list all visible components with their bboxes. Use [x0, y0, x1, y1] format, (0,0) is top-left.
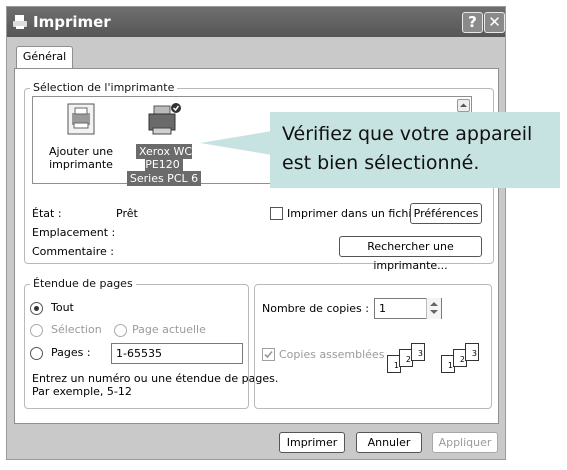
print-to-file-checkbox[interactable]: [270, 207, 283, 220]
collated-page-icon: 3: [411, 343, 425, 361]
title-bar[interactable]: Imprimer ? ✕: [7, 7, 505, 37]
pages-radio[interactable]: [30, 347, 43, 360]
tout-radio[interactable]: [30, 302, 43, 315]
page-range-hint-line2: Par exemple, 5-12: [32, 385, 132, 398]
radio-selected-dot: [34, 306, 39, 311]
pages-input[interactable]: 1-65535: [111, 343, 243, 364]
help-button[interactable]: ?: [462, 12, 483, 33]
find-printer-button[interactable]: Rechercher une imprimante...: [339, 236, 482, 272]
emplacement-label: Emplacement :: [32, 226, 116, 239]
add-printer-icon[interactable]: [66, 103, 96, 135]
copies-spinner[interactable]: [426, 298, 441, 319]
xerox-printer-label-line1: Xerox WC PE120: [135, 144, 193, 172]
etat-value: Prêt: [116, 207, 138, 220]
collated-page-icon: 3: [465, 343, 479, 361]
collate-label: Copies assemblées: [279, 348, 385, 361]
scroll-up-button[interactable]: [457, 99, 470, 112]
page-actuelle-label: Page actuelle: [132, 323, 206, 336]
commentaire-label: Commentaire :: [32, 245, 114, 258]
xerox-printer-label-line2: Series PCL 6: [126, 171, 202, 186]
page-range-label: Étendue de pages: [30, 277, 136, 290]
callout-pointer: [200, 131, 272, 155]
copies-count-label: Nombre de copies :: [262, 302, 369, 315]
print-to-file-label: Imprimer dans un fichier: [287, 207, 423, 220]
add-printer-label-line2: imprimante: [49, 158, 113, 171]
tab-general[interactable]: Général: [16, 46, 73, 70]
spinner-arrows-icon: [430, 302, 438, 314]
selection-label: Sélection: [51, 323, 102, 336]
printer-icon[interactable]: [146, 102, 184, 138]
add-printer-item[interactable]: Ajouter une imprimante: [45, 145, 117, 171]
add-printer-label-line1: Ajouter une: [48, 145, 114, 158]
xerox-printer-item[interactable]: Xerox WC PE120 Series PCL 6: [118, 144, 210, 186]
printer-selection-label: Sélection de l'imprimante: [30, 81, 178, 94]
page-actuelle-radio[interactable]: [114, 324, 127, 337]
collate-checkbox[interactable]: [262, 348, 275, 361]
preferences-button[interactable]: Préférences: [410, 203, 482, 224]
printer-app-icon: [13, 15, 27, 29]
print-button[interactable]: Imprimer: [279, 432, 345, 453]
page-range-hint-line1: Entrez un numéro ou une étendue de pages…: [32, 372, 279, 385]
checkmark-icon: [264, 350, 273, 359]
apply-button[interactable]: Appliquer: [432, 432, 498, 453]
cancel-button[interactable]: Annuler: [356, 432, 422, 453]
selection-radio[interactable]: [30, 324, 43, 337]
pages-label: Pages :: [51, 346, 91, 359]
close-button[interactable]: ✕: [484, 12, 505, 33]
tout-label: Tout: [51, 301, 74, 314]
window-title: Imprimer: [33, 13, 111, 31]
etat-label: État :: [32, 207, 62, 220]
callout-annotation: Vérifiez que votre appareil est bien sél…: [270, 112, 560, 188]
chevron-up-icon: [460, 103, 467, 107]
